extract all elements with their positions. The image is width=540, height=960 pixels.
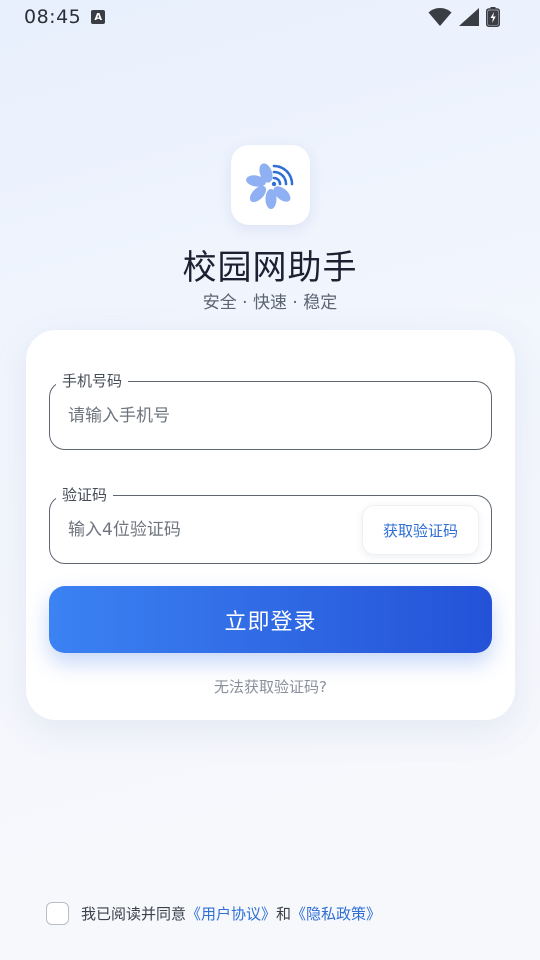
wifi-icon xyxy=(428,7,452,27)
status-icons xyxy=(428,7,500,27)
status-bar: 08:45 A xyxy=(0,0,540,34)
agreement-row: 我已阅读并同意 《用户协议》 和 《隐私政策》 xyxy=(46,902,381,925)
status-time: 08:45 xyxy=(24,6,82,28)
code-field: 验证码 获取验证码 xyxy=(49,484,492,564)
agreement-prefix: 我已阅读并同意 xyxy=(81,905,187,923)
code-input[interactable] xyxy=(68,496,348,563)
login-button[interactable]: 立即登录 xyxy=(49,586,492,653)
campus-network-logo-icon xyxy=(244,156,298,214)
user-agreement-link[interactable]: 《用户协议》 xyxy=(186,903,276,924)
phone-input[interactable] xyxy=(68,382,348,449)
agreement-conjunction: 和 xyxy=(276,905,292,923)
app-logo xyxy=(231,145,310,225)
get-code-button[interactable]: 获取验证码 xyxy=(362,505,479,555)
notification-icon: A xyxy=(91,10,106,24)
cellular-signal-icon xyxy=(458,7,480,27)
login-card: 手机号码 验证码 获取验证码 立即登录 无法获取验证码? xyxy=(26,330,515,720)
app-subtitle: 安全 · 快速 · 稳定 xyxy=(202,293,338,313)
battery-charging-icon xyxy=(486,7,500,27)
agreement-checkbox[interactable] xyxy=(46,902,69,925)
phone-field: 手机号码 xyxy=(49,370,492,450)
privacy-policy-link[interactable]: 《隐私政策》 xyxy=(291,903,381,924)
app-title: 校园网助手 xyxy=(182,248,358,288)
cannot-get-code-link[interactable]: 无法获取验证码? xyxy=(26,676,515,697)
